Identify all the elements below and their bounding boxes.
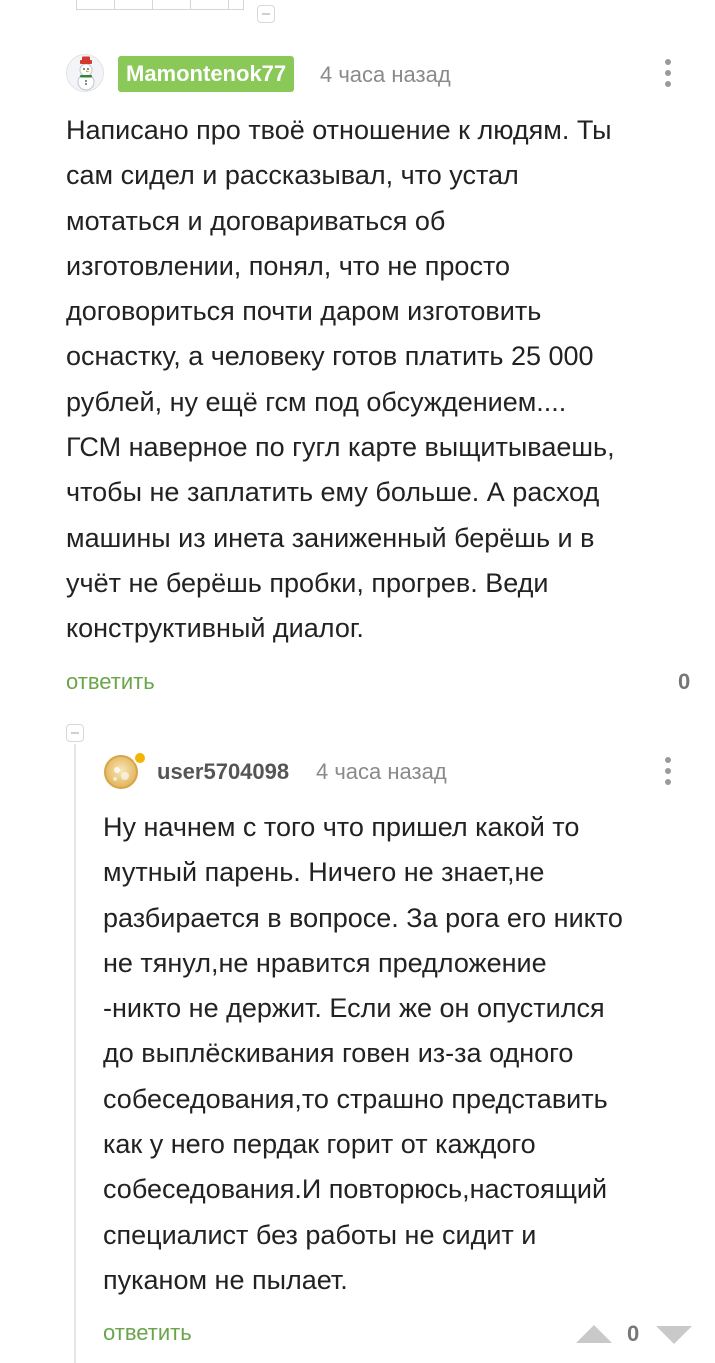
thread-line <box>74 744 76 1363</box>
comment-menu-icon[interactable] <box>662 755 674 787</box>
text-line: пуканом не пылает. <box>103 1264 348 1295</box>
text-line: собеседования.И повторюсь,настоящий <box>103 1174 608 1205</box>
text-line: изготовлении, понял, что не просто <box>66 250 511 281</box>
author-name[interactable]: user5704098 <box>157 759 289 785</box>
text-line: ГСМ наверное по гугл карте выщитываешь, <box>66 432 615 463</box>
comment-menu-icon[interactable] <box>662 57 674 89</box>
snowman-avatar-icon[interactable] <box>66 54 104 92</box>
comment-rating: 0 <box>627 1321 640 1346</box>
reply-link[interactable]: ответить <box>103 1320 192 1346</box>
previous-comment-edge <box>0 0 715 10</box>
text-line: собеседования,то страшно представить <box>103 1083 608 1114</box>
text-line: мотаться и договариваться об <box>66 205 446 236</box>
downvote-arrow-icon[interactable] <box>656 1325 692 1350</box>
comment-text: Написано про твоё отношение к людям. Ты … <box>66 108 615 652</box>
text-line: мутный парень. Ничего не знает,не <box>103 857 545 888</box>
upvote-arrow-icon[interactable] <box>576 1324 612 1349</box>
comment-time: 4 часа назад <box>316 759 447 784</box>
text-line: -никто не держит. Если же он опустился <box>103 993 605 1024</box>
text-line: специалист без работы не сидит и <box>103 1219 537 1250</box>
author-badge[interactable]: Mamontenok77 <box>118 56 295 92</box>
comment-time: 4 часа назад <box>320 62 451 87</box>
text-line: не тянул,не нравится предложение <box>103 947 547 978</box>
text-line: разбирается в вопросе. За рога его никто <box>103 902 623 933</box>
text-line: Ну начнем с того что пришел какой то <box>103 812 580 842</box>
text-line: чтобы не заплатить ему больше. А расход <box>66 477 600 508</box>
reply-link[interactable]: ответить <box>66 669 155 695</box>
text-line: учёт не берёшь пробки, прогрев. Веди <box>66 567 549 598</box>
text-line: договориться почти даром изготовить <box>66 296 542 327</box>
text-line: сам сидел и рассказывал, что устал <box>66 160 519 191</box>
text-line: рублей, ну ещё гсм под обсуждением.... <box>66 386 567 417</box>
text-line: до выплёскивания говен из-за одного <box>103 1038 574 1069</box>
collapse-thread-button-top[interactable] <box>257 5 275 23</box>
comment-rating: 0 <box>678 669 691 694</box>
text-line: конструктивный диалог. <box>66 613 364 644</box>
text-line: оснастку, а человеку готов платить 25 00… <box>66 341 594 372</box>
text-line: машины из инета заниженный берёшь и в <box>66 522 595 553</box>
text-line: Написано про твоё отношение к людям. Ты <box>66 115 612 145</box>
collapse-thread-button[interactable] <box>66 724 84 742</box>
comment-text: Ну начнем с того что пришел какой то мут… <box>103 805 623 1303</box>
text-line: как у него пердак горит от каждого <box>103 1129 536 1160</box>
online-status-dot <box>133 751 147 765</box>
